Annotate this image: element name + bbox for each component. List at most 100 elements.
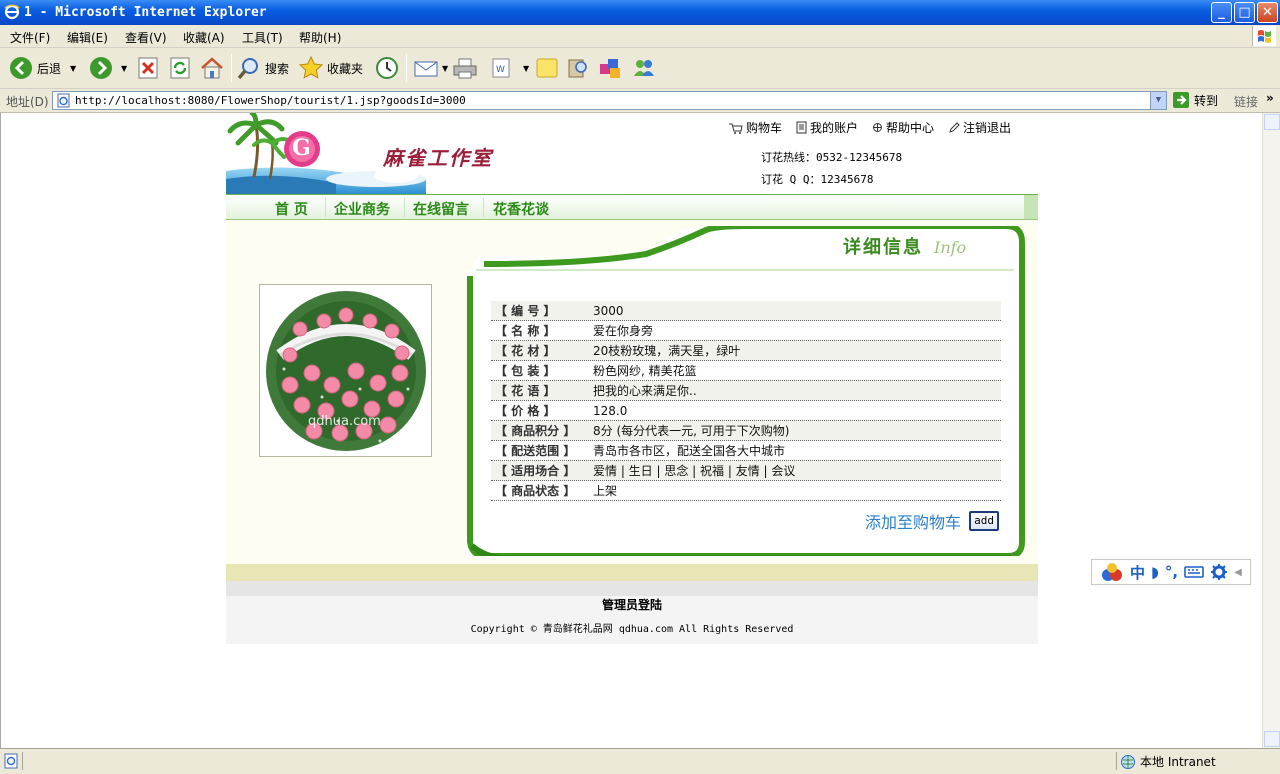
detail-row: 【 价 格 】 128.0 — [491, 401, 1001, 421]
back-label: 后退 — [37, 61, 62, 76]
vertical-scrollbar[interactable] — [1262, 113, 1280, 748]
history-button[interactable] — [374, 54, 400, 82]
detail-value: 上架 — [593, 484, 618, 498]
note-icon — [536, 58, 558, 78]
product-main: qdhua.com 详细信息 Info 【 编 号 】 3000 【 名 称 】爱… — [226, 220, 1038, 564]
account-link[interactable]: 我的账户 — [796, 119, 858, 136]
address-bar: 地址(D) http://localhost:8080/FlowerShop/t… — [0, 89, 1280, 113]
menu-bar: 文件(F) 编辑(E) 查看(V) 收藏(A) 工具(T) 帮助(H) — [0, 25, 1280, 48]
security-zone-label: 本地 Intranet — [1140, 755, 1216, 769]
site-banner: G 麻雀工作室 购物车 我的账户 帮助中心 注销退出 订花热线：0532-123… — [226, 113, 1038, 194]
colorful-cubes-icon — [600, 59, 620, 78]
links-toolbar[interactable]: 链接 — [1234, 93, 1258, 110]
minimize-button[interactable]: _ — [1211, 2, 1232, 23]
add-to-cart-label[interactable]: 添加至购物车 — [865, 509, 961, 533]
stop-button[interactable] — [137, 54, 159, 82]
admin-login-link[interactable]: 管理员登陆 — [226, 596, 1038, 613]
go-button[interactable]: 转到 — [1172, 91, 1218, 109]
menu-edit[interactable]: 编辑(E) — [67, 29, 108, 46]
address-input[interactable]: http://localhost:8080/FlowerShop/tourist… — [52, 91, 1167, 110]
ime-toolbar[interactable]: 中 ◗ °, ◀ — [1091, 559, 1251, 585]
document-icon — [796, 121, 807, 134]
chevron-down-icon[interactable]: ▼ — [1150, 92, 1166, 109]
windows-flag-icon — [1252, 26, 1276, 46]
copyright-text: Copyright © 青岛鲜花礼品网 qdhua.com All Rights… — [470, 624, 794, 635]
nav-guestbook[interactable]: 在线留言 — [413, 199, 469, 219]
messenger-button[interactable] — [631, 54, 657, 82]
window-titlebar[interactable]: 1 - Microsoft Internet Explorer _ □ ✕ — [0, 0, 1280, 25]
menu-file[interactable]: 文件(F) — [10, 29, 50, 46]
mail-button[interactable]: ▼ — [413, 54, 448, 82]
keyboard-icon[interactable] — [1184, 565, 1204, 579]
ime-punctuation[interactable]: °, — [1165, 563, 1178, 581]
scroll-down-button[interactable] — [1264, 731, 1280, 747]
dropdown-arrow-icon[interactable]: ▼ — [442, 64, 448, 73]
research-button[interactable] — [566, 54, 590, 82]
msn-button[interactable] — [598, 54, 624, 82]
back-button[interactable]: 后退 ▼ — [8, 54, 76, 82]
favorites-label: 收藏夹 — [327, 61, 364, 76]
nav-home[interactable]: 首 页 — [275, 199, 308, 219]
help-link-label: 帮助中心 — [886, 121, 935, 135]
help-link[interactable]: 帮助中心 — [872, 119, 934, 136]
chevron-left-icon[interactable]: ◀ — [1234, 567, 1242, 578]
home-button[interactable] — [199, 54, 225, 82]
print-button[interactable] — [452, 54, 478, 82]
detail-key: 【 商品积分 】 — [495, 424, 576, 438]
studio-brand-name: 麻雀工作室 — [383, 146, 493, 170]
detail-row: 【 配送范围 】 青岛市各市区，配送全国各大中城市 — [491, 441, 1001, 461]
cart-link[interactable]: 购物车 — [728, 119, 782, 136]
forward-button[interactable]: ▼ — [88, 54, 127, 82]
detail-value: 把我的心来满足你.. — [593, 384, 697, 398]
menu-favorites[interactable]: 收藏(A) — [183, 29, 225, 46]
dropdown-arrow-icon[interactable]: ▼ — [523, 64, 529, 73]
nav-business[interactable]: 企业商务 — [334, 199, 390, 219]
refresh-button[interactable] — [169, 54, 191, 82]
pencil-icon — [949, 121, 960, 133]
detail-value: 粉色网纱, 精美花篮 — [593, 364, 697, 378]
ime-balls-icon — [1102, 563, 1122, 581]
detail-key: 【 花 材 】 — [495, 344, 556, 358]
favorites-button[interactable]: 收藏夹 — [298, 54, 363, 82]
logout-link[interactable]: 注销退出 — [948, 119, 1011, 136]
ime-halfwidth[interactable]: ◗ — [1151, 563, 1159, 581]
go-arrow-icon — [1173, 92, 1189, 108]
page-icon — [57, 93, 70, 108]
dropdown-arrow-icon[interactable]: ▼ — [70, 64, 76, 73]
detail-key: 【 适用场合 】 — [495, 464, 576, 478]
detail-value: 8分 (每分代表一元, 可用于下次购物) — [593, 424, 790, 438]
page-viewport: G 麻雀工作室 购物车 我的账户 帮助中心 注销退出 订花热线：0532-123… — [0, 113, 1262, 748]
printer-icon — [453, 58, 477, 79]
menu-tools[interactable]: 工具(T) — [242, 29, 283, 46]
dropdown-arrow-icon[interactable]: ▼ — [121, 64, 127, 73]
edit-button[interactable]: W ▼ — [490, 54, 529, 82]
ime-mode[interactable]: 中 — [1130, 562, 1145, 583]
order-hotline: 订花热线：0532-12345678 — [761, 151, 903, 164]
detail-row: 【 适用场合 】 爱情 | 生日 | 思念 | 祝福 | 友情 | 会议 — [491, 461, 1001, 481]
cart-icon — [729, 123, 743, 134]
menu-view[interactable]: 查看(V) — [125, 29, 167, 46]
nav-flower-talk[interactable]: 花香花谈 — [493, 199, 549, 219]
detail-row: 【 商品状态 】 上架 — [491, 481, 1001, 501]
add-button[interactable]: add — [969, 511, 1000, 531]
page-done-icon — [4, 753, 18, 769]
close-button[interactable]: ✕ — [1257, 2, 1278, 23]
search-button[interactable]: 搜索 — [236, 54, 289, 82]
address-label: 地址(D) — [6, 95, 49, 109]
links-more-button[interactable]: » — [1266, 91, 1274, 105]
gear-icon[interactable] — [1210, 563, 1228, 581]
scroll-up-button[interactable] — [1264, 114, 1280, 130]
search-icon — [237, 58, 258, 80]
detail-key: 【 商品状态 】 — [495, 484, 576, 498]
site-nav: 首 页 企业商务 在线留言 花香花谈 — [226, 194, 1038, 220]
logout-link-label: 注销退出 — [963, 121, 1012, 135]
mail-icon — [414, 61, 438, 77]
panel-title: 详细信息 — [843, 237, 923, 258]
menu-help[interactable]: 帮助(H) — [299, 29, 341, 46]
maximize-button[interactable]: □ — [1234, 2, 1255, 23]
cart-link-label: 购物车 — [746, 121, 783, 135]
product-detail-table: 【 编 号 】 3000 【 名 称 】 爱在你身旁 【 花 材 】 20枝粉玫瑰，满… — [491, 301, 1001, 501]
detail-row: 【 编 号 】 3000 — [491, 301, 1001, 321]
detail-row: 【 花 材 】 20枝粉玫瑰，满天星，绿叶 — [491, 341, 1001, 361]
discuss-button[interactable] — [535, 54, 559, 82]
